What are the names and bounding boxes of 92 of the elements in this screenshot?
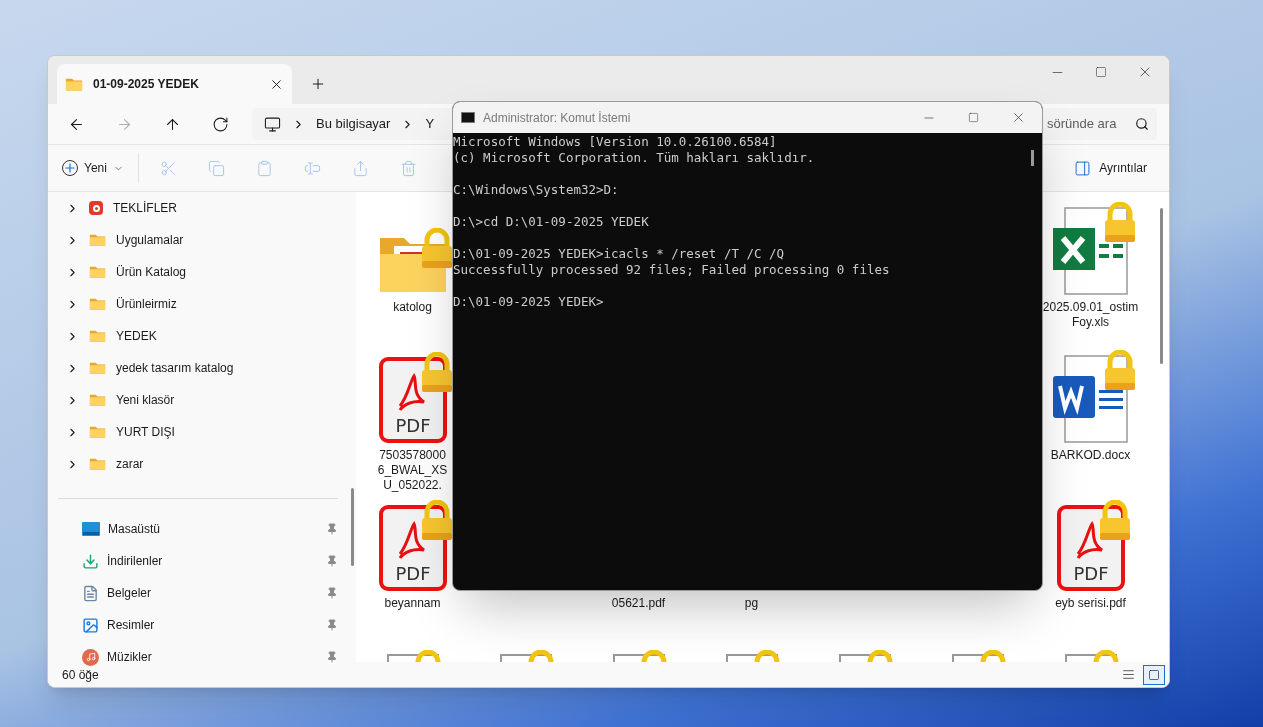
quick-access-label: Müzikler [107, 649, 153, 666]
file-name: 2025.09.01_ostim [1042, 300, 1139, 315]
search-placeholder: söründe ara [1047, 115, 1118, 134]
details-pane-icon [1074, 159, 1092, 177]
tab[interactable]: 01-09-2025 YEDEK [57, 64, 292, 104]
folder-icon [89, 265, 106, 279]
download-icon [82, 552, 99, 570]
pdf-file-icon: PDF [1055, 504, 1126, 592]
pdf-file-icon: PDF [377, 504, 448, 592]
console-line: D:\01-09-2025 YEDEK>icacls * /reset /T /C /Q [453, 246, 785, 262]
folder-label: YURT DIŞI [116, 424, 175, 441]
file-name: BARKOD.docx [1050, 448, 1131, 463]
folder-tree-item[interactable]: Uygulamalar [58, 224, 348, 256]
pin-icon[interactable] [326, 587, 338, 599]
folder-tree-item[interactable]: Yeni klasör [58, 384, 348, 416]
folder-tree-item[interactable]: YURT DIŞI [58, 416, 348, 448]
quick-access-item[interactable]: Resimler [58, 609, 348, 641]
file-name: 6_BWAL_XS [377, 463, 448, 478]
file-name: U_052022. [383, 478, 442, 493]
file-name: 7503578000 [379, 448, 446, 463]
folder-label: Yeni klasör [116, 392, 175, 409]
new-tab-icon[interactable] [310, 76, 326, 92]
folder-tree-item[interactable]: TEKLİFLER [58, 192, 348, 224]
computer-icon [264, 115, 281, 133]
window-title: Administrator: Komut İstemi [483, 109, 632, 127]
maximize-icon[interactable] [1095, 66, 1107, 78]
console-line: Successfully processed 92 files; Failed processing 0 files [453, 262, 890, 278]
app-icon [89, 201, 103, 215]
file-name: pg [744, 596, 759, 611]
details-button[interactable]: Ayrıntılar [1066, 152, 1155, 184]
console-line: (c) Microsoft Corporation. Tüm hakları saklıdır. [453, 150, 815, 166]
folder-label: TEKLİFLER [113, 200, 178, 217]
folder-icon [89, 425, 106, 439]
spreadsheet-file-icon [1050, 206, 1131, 296]
quick-access-label: Resimler [107, 617, 156, 634]
folder-icon [89, 361, 106, 375]
item-count: 60 öğe [62, 666, 99, 684]
console-line: C:\Windows\System32>D: [453, 182, 619, 198]
scrollbar[interactable] [1160, 208, 1163, 364]
folder-label: yedek tasarım katalog [116, 360, 234, 377]
quick-access-item[interactable]: İndirilenler [58, 545, 348, 577]
folder-tree-item[interactable]: Ürünleirmiz [58, 288, 348, 320]
scrollbar[interactable] [1031, 150, 1034, 166]
breadcrumb[interactable]: Bu bilgisayar [316, 114, 391, 134]
pin-icon[interactable] [326, 619, 338, 631]
plus-icon [62, 160, 78, 176]
folder-label: Ürün Katalog [116, 264, 187, 281]
console-line: D:\>cd D:\01-09-2025 YEDEK [453, 214, 649, 230]
file-name: 05621.pdf [611, 596, 666, 611]
folder-icon [89, 233, 106, 247]
folder-tree-item[interactable]: YEDEK [58, 320, 348, 352]
folder-tree-item[interactable]: zarar [58, 448, 348, 480]
folder-label: YEDEK [116, 328, 157, 345]
folder-tree-item[interactable]: Ürün Katalog [58, 256, 348, 288]
new-button[interactable]: Yeni [62, 152, 132, 184]
folder-label: zarar [116, 456, 144, 473]
folder-label: Uygulamalar [116, 232, 184, 249]
tiles-view-button[interactable] [1143, 664, 1165, 685]
search-icon [1135, 117, 1149, 131]
maximize-icon[interactable] [968, 112, 979, 123]
console-icon [461, 112, 475, 123]
folder-tree-item[interactable]: yedek tasarım katalog [58, 352, 348, 384]
console-line: D:\01-09-2025 YEDEK> [453, 294, 604, 310]
tile-view-icon [1148, 668, 1160, 681]
quick-access-item[interactable]: Masaüstü [58, 513, 348, 545]
folder-icon [89, 329, 106, 343]
file-name: Foy.xls [1071, 315, 1110, 330]
quick-access-label: Belgeler [107, 585, 153, 602]
scrollbar[interactable] [351, 488, 354, 566]
pin-icon[interactable] [326, 523, 338, 535]
tab-title: 01-09-2025 YEDEK [93, 76, 200, 93]
file-name: eyb serisi.pdf [1055, 596, 1126, 611]
image-icon [82, 616, 99, 634]
quick-access-label: Masaüstü [108, 521, 162, 538]
file-name: beyannam [384, 596, 441, 611]
folder-icon [89, 457, 106, 471]
pdf-file-icon: PDF [377, 356, 448, 444]
document-file-icon [1050, 354, 1131, 444]
pin-icon[interactable] [326, 651, 338, 663]
quick-access-label: İndirilenler [107, 553, 164, 570]
folder-icon [89, 297, 106, 311]
file-name: katolog [393, 300, 432, 315]
breadcrumb[interactable]: Y [425, 114, 435, 134]
desktop-icon [82, 522, 100, 536]
document-icon [82, 584, 99, 602]
folder-icon [89, 393, 106, 407]
console-line: Microsoft Windows [Version 10.0.26100.6584] [453, 134, 777, 150]
list-view-icon [1121, 668, 1135, 681]
folder-label: Ürünleirmiz [116, 296, 177, 313]
pin-icon[interactable] [326, 555, 338, 567]
quick-access-item[interactable]: Belgeler [58, 577, 348, 609]
folder-icon [65, 76, 83, 92]
